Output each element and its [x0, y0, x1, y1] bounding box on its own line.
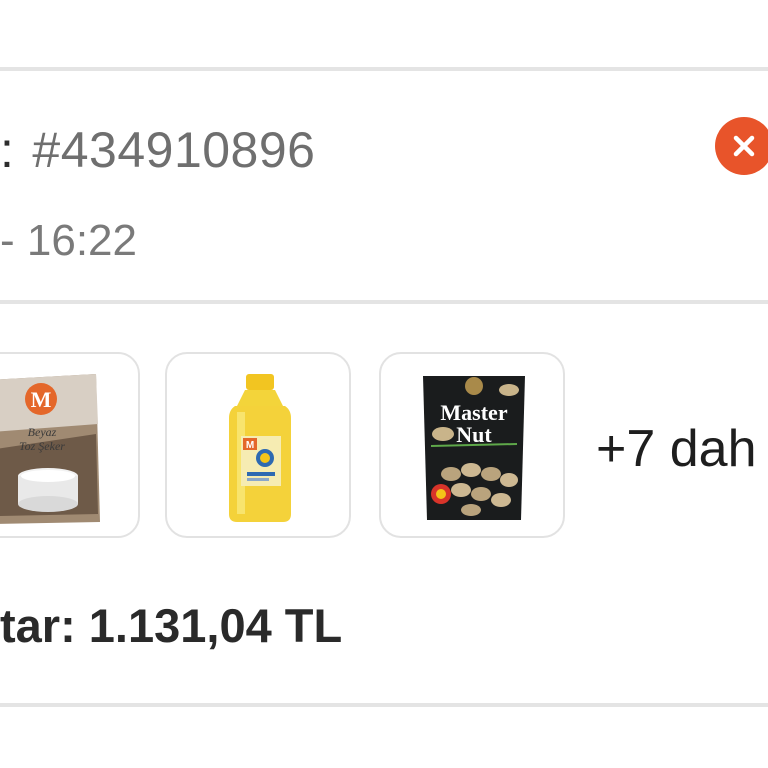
product-thumbnail-oil[interactable]: M	[165, 352, 351, 538]
product-thumbnail-sugar[interactable]: M Beyaz Toz Şeker	[0, 352, 140, 538]
order-total: tar: 1.131,04 TL	[0, 599, 343, 652]
middle-divider	[0, 300, 768, 304]
order-date: - 16:22	[0, 216, 137, 265]
sugar-bag-image: M Beyaz Toz Şeker	[0, 374, 100, 524]
more-items-link[interactable]: +7 dah	[596, 419, 757, 479]
close-icon	[733, 135, 755, 157]
cancel-order-button[interactable]	[715, 117, 768, 175]
oil-bottle-image: M	[229, 374, 291, 522]
order-number-label-suffix: :	[0, 122, 15, 178]
svg-text:Beyaz: Beyaz	[28, 425, 57, 439]
order-card: : #434910896 - 16:22 M Beyaz Toz Şeker M…	[0, 0, 768, 768]
top-divider	[0, 67, 768, 71]
bottom-divider	[0, 703, 768, 707]
svg-text:M: M	[246, 440, 254, 451]
order-number-row: : #434910896	[0, 120, 315, 180]
svg-text:Toz Şeker: Toz Şeker	[19, 439, 65, 453]
nut-bag-image: Master Nut	[423, 376, 525, 520]
svg-text:Nut: Nut	[456, 422, 492, 447]
product-thumbnail-nuts[interactable]: Master Nut	[379, 352, 565, 538]
order-number: #434910896	[32, 122, 316, 178]
svg-text:M: M	[31, 387, 52, 412]
